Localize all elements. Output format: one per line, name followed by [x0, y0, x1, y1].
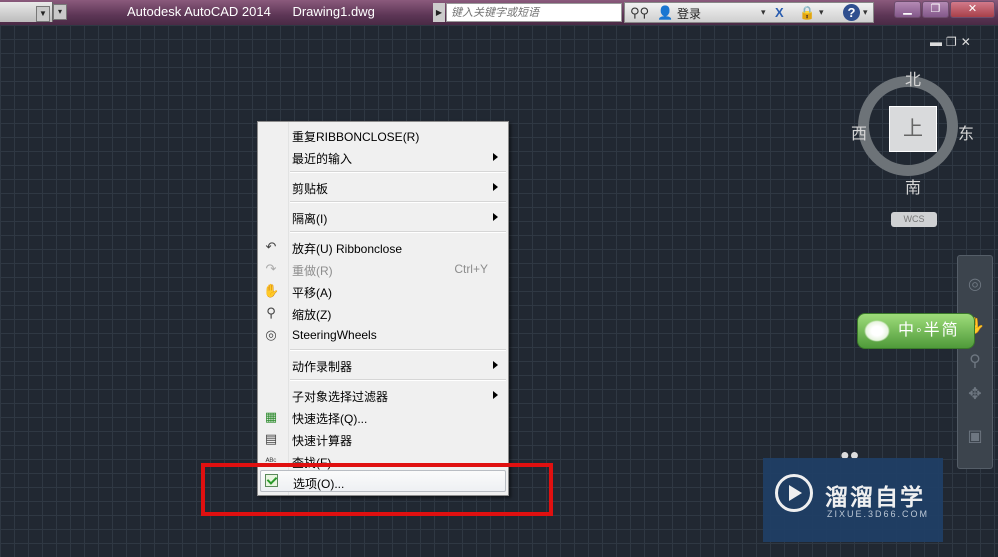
viewcube-top-face[interactable]: 上 — [889, 106, 937, 152]
menu-item-label: 子对象选择过滤器 — [292, 390, 389, 404]
menu-item-label: 缩放(Z) — [292, 308, 332, 322]
menu-separator — [290, 231, 506, 233]
menu-item-label: 快速选择(Q)... — [292, 412, 368, 426]
menu-item-pan[interactable]: ✋ 平移(A) — [260, 280, 506, 302]
menu-item-action-recorder[interactable]: 动作录制器 — [260, 354, 506, 376]
compass-north[interactable]: 北 — [905, 66, 921, 90]
menu-item-label: 快速计算器 — [292, 434, 353, 448]
chevron-down-icon[interactable]: ▼ — [36, 6, 50, 22]
menu-item-redo[interactable]: ↷ 重做(R) Ctrl+Y — [260, 258, 506, 280]
restore-icon[interactable]: ❐ — [946, 35, 961, 49]
menu-item-label: 隔离(I) — [292, 212, 328, 226]
minimize-icon[interactable]: ▬ — [930, 35, 946, 49]
menu-item-isolate[interactable]: 隔离(I) — [260, 206, 506, 228]
menu-item-quick-select[interactable]: ▦ 快速选择(Q)... — [260, 406, 506, 428]
zoom-icon[interactable]: ⚲ — [964, 351, 986, 373]
viewport-controls[interactable]: ▬❐✕ — [930, 35, 975, 49]
cart-icon[interactable]: 🔒 — [799, 4, 815, 21]
undo-icon: ↶ — [265, 239, 277, 254]
menu-item-label: 重复RIBBONCLOSE(R) — [292, 130, 420, 144]
menu-item-recent-input[interactable]: 最近的输入 — [260, 146, 506, 168]
steeringwheel-icon: ◎ — [265, 327, 277, 342]
help-icon[interactable]: ? — [843, 4, 860, 21]
wcs-menu-button[interactable]: WCS — [891, 212, 937, 227]
compass-south[interactable]: 南 — [905, 174, 921, 198]
showmotion-icon[interactable]: ▣ — [964, 426, 986, 448]
compass-west[interactable]: 西 — [851, 120, 867, 144]
pan-icon: ✋ — [263, 283, 280, 298]
menu-item-subobject-filter[interactable]: 子对象选择过滤器 — [260, 384, 506, 406]
navigation-bar: ◎ ✋ ⚲ ✥ ▣ — [957, 255, 993, 469]
menu-item-clipboard[interactable]: 剪贴板 — [260, 176, 506, 198]
quick-select-icon: ▦ — [264, 409, 278, 424]
flower-icon — [864, 320, 890, 342]
calculator-icon: ▤ — [264, 431, 278, 446]
restore-button[interactable]: ❐ — [922, 1, 949, 18]
login-button[interactable]: 登录 — [677, 5, 701, 22]
x-icon[interactable]: X — [775, 4, 784, 21]
submenu-arrow-icon — [493, 361, 498, 369]
quick-access-toolbar[interactable]: ▼ — [0, 2, 53, 22]
title-bar: ▼ ▾ Autodesk AutoCAD 2014 Drawing1.dwg ▶… — [0, 0, 998, 25]
submenu-arrow-icon — [493, 183, 498, 191]
user-icon[interactable]: 👤 — [657, 4, 673, 21]
menu-item-label: 重做(R) — [292, 264, 333, 278]
menu-separator — [290, 349, 506, 351]
chevron-down-icon[interactable]: ▾ — [761, 4, 766, 21]
menu-item-repeat[interactable]: 重复RIBBONCLOSE(R) — [260, 124, 506, 146]
menu-item-steeringwheels[interactable]: ◎ SteeringWheels — [260, 324, 506, 346]
submenu-arrow-icon — [493, 391, 498, 399]
menu-item-zoom[interactable]: ⚲ 缩放(Z) — [260, 302, 506, 324]
orbit-icon[interactable]: ✥ — [964, 384, 986, 406]
binoculars-icon[interactable]: ⚲⚲ — [630, 4, 649, 21]
menu-item-shortcut: Ctrl+Y — [454, 262, 488, 276]
menu-item-label: 平移(A) — [292, 286, 332, 300]
submenu-arrow-icon — [493, 213, 498, 221]
customize-qa-icon[interactable]: ▾ — [53, 4, 67, 20]
context-menu: 重复RIBBONCLOSE(R) 最近的输入 剪贴板 隔离(I) ↶ 放弃(U)… — [257, 121, 509, 496]
zoom-icon: ⚲ — [266, 305, 276, 320]
close-button[interactable]: ✕ — [950, 1, 995, 18]
menu-separator — [290, 379, 506, 381]
submenu-arrow-icon — [493, 153, 498, 161]
ime-label: 中◦半简 — [898, 322, 960, 339]
compass-east[interactable]: 东 — [958, 120, 974, 144]
chevron-down-icon[interactable]: ▾ — [863, 4, 868, 21]
chevron-down-icon[interactable]: ▾ — [819, 4, 824, 21]
play-logo-icon — [775, 474, 813, 512]
close-icon[interactable]: ✕ — [961, 35, 975, 49]
minimize-button[interactable]: ▁ — [894, 1, 921, 18]
ime-status-bar[interactable]: 中◦半简 — [857, 313, 975, 349]
menu-item-undo[interactable]: ↶ 放弃(U) Ribbonclose — [260, 236, 506, 258]
menu-item-label: SteeringWheels — [292, 328, 377, 342]
watermark: 溜溜自学 ZIXUE.3D66.COM — [763, 458, 943, 542]
menu-separator — [290, 171, 506, 173]
menu-separator — [290, 201, 506, 203]
menu-item-label: 动作录制器 — [292, 360, 353, 374]
highlight-box — [201, 463, 553, 516]
window-title: Autodesk AutoCAD 2014 Drawing1.dwg — [127, 4, 393, 19]
menu-item-label: 剪贴板 — [292, 182, 329, 196]
watermark-title: 溜溜自学 — [825, 484, 925, 510]
menu-item-quick-calc[interactable]: ▤ 快速计算器 — [260, 428, 506, 450]
search-expand-icon[interactable]: ▶ — [433, 3, 445, 22]
steeringwheel-icon[interactable]: ◎ — [964, 274, 986, 296]
menu-item-label: 最近的输入 — [292, 152, 353, 166]
menu-item-label: 放弃(U) Ribbonclose — [292, 242, 403, 256]
redo-icon: ↷ — [265, 261, 277, 276]
search-input[interactable] — [446, 3, 622, 22]
document-name: Drawing1.dwg — [292, 4, 375, 19]
viewcube[interactable]: 上 北 南 东 西 WCS — [848, 62, 978, 232]
watermark-subtitle: ZIXUE.3D66.COM — [827, 509, 930, 519]
app-name: Autodesk AutoCAD 2014 — [127, 4, 271, 19]
infocenter-toolbar: ⚲⚲ 👤 登录 ▾ X 🔒 ▾ ? ▾ — [624, 2, 874, 23]
